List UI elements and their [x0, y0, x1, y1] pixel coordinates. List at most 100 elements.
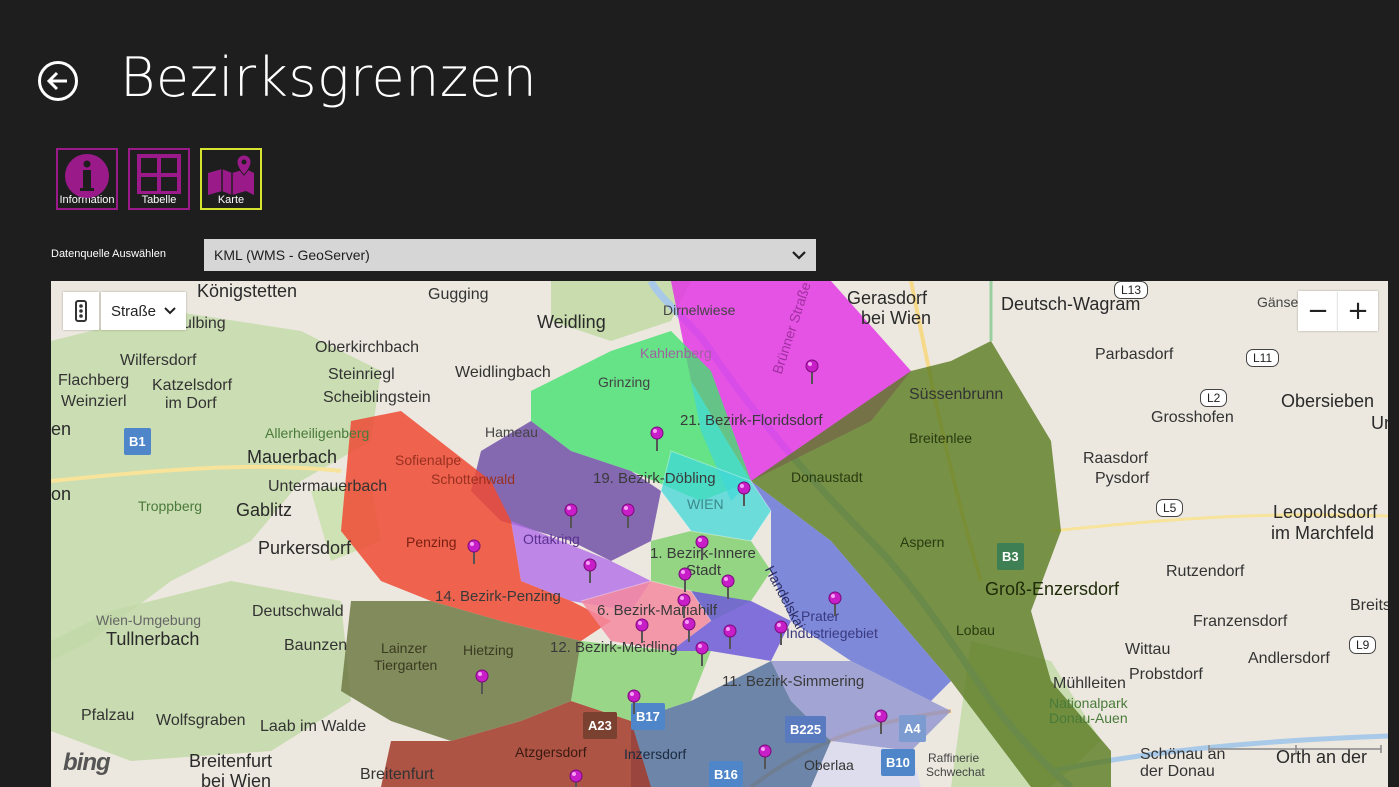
- zoom-out-button[interactable]: −: [1298, 291, 1338, 331]
- tile-tabelle[interactable]: Tabelle: [128, 148, 190, 210]
- place-label: Breitstetten: [1350, 597, 1388, 614]
- map-pin-icon[interactable]: [805, 359, 819, 385]
- place-label: Wilfersdorf: [120, 352, 197, 369]
- place-label: Inzersdorf: [624, 746, 687, 762]
- place-label: Nationalpark: [1049, 695, 1128, 711]
- road-shield: B225: [785, 716, 827, 743]
- place-label: Breitenlee: [909, 430, 973, 446]
- map-pin-icon[interactable]: [682, 617, 696, 643]
- place-label: Andlersdorf: [1248, 650, 1330, 667]
- datasource-select[interactable]: KML (WMS - GeoServer): [204, 239, 816, 271]
- map-pin-icon[interactable]: [677, 593, 691, 619]
- district-label: 11. Bezirk-Simmering: [722, 673, 865, 690]
- place-label: Deutschwald: [252, 603, 344, 620]
- back-button[interactable]: [38, 61, 78, 101]
- map-pin-icon[interactable]: [737, 481, 751, 507]
- place-label: ulbing: [183, 315, 226, 332]
- map-pin-icon[interactable]: [874, 709, 888, 735]
- place-label: Allerheiligenberg: [265, 425, 370, 441]
- place-label: Parbasdorf: [1095, 346, 1174, 363]
- map-base-layer: [51, 281, 1388, 787]
- map-pin-icon[interactable]: [583, 558, 597, 584]
- place-label: bei Wien: [861, 308, 932, 328]
- info-icon: [65, 154, 109, 198]
- place-label: Ottakring: [523, 531, 580, 547]
- road-shield: B3: [997, 543, 1024, 570]
- tile-information[interactable]: Information: [56, 148, 118, 210]
- district-label: 6. Bezirk-Mariahilf: [597, 602, 718, 619]
- arrow-left-icon: [47, 71, 67, 91]
- map-icon: [208, 154, 254, 195]
- map-pin-icon[interactable]: [774, 620, 788, 646]
- place-label: Süssenbrunn: [909, 386, 1004, 403]
- place-label: Mühlleiten: [1053, 675, 1126, 692]
- district-label: 19. Bezirk-Döbling: [593, 470, 716, 487]
- map-pin-icon[interactable]: [475, 669, 489, 695]
- view-tiles: Information Tabelle Karte: [56, 148, 262, 210]
- tile-karte[interactable]: Karte: [200, 148, 262, 210]
- datasource-selected-value: KML (WMS - GeoServer): [214, 247, 370, 263]
- place-label: Katzelsdorf: [152, 377, 233, 394]
- map-pin-icon[interactable]: [721, 574, 735, 600]
- place-label: on: [51, 484, 72, 504]
- place-label: Kahlenberg: [640, 345, 712, 361]
- place-label: Mauerbach: [247, 447, 338, 467]
- place-label: Gugging: [428, 286, 489, 303]
- place-label: Flachberg: [58, 372, 130, 389]
- chevron-down-icon: [792, 250, 806, 260]
- map-pin-icon[interactable]: [678, 567, 692, 593]
- place-label: Aspern: [900, 534, 945, 550]
- place-label: bei Wien: [201, 771, 272, 787]
- map-pin-icon[interactable]: [564, 503, 578, 529]
- map-pin-icon[interactable]: [695, 641, 709, 667]
- map-pin-icon[interactable]: [467, 539, 481, 565]
- map-pin-icon[interactable]: [627, 689, 641, 715]
- place-label: Troppberg: [138, 498, 203, 514]
- road-label: L5: [1156, 499, 1184, 517]
- place-label: Pysdorf: [1095, 470, 1150, 487]
- place-label: Untermauerbach: [268, 478, 388, 495]
- place-label: Franzensdorf: [1193, 613, 1288, 630]
- road-label: L13: [1114, 281, 1149, 299]
- place-label: Leopoldsdorf: [1273, 502, 1378, 522]
- map-pin-icon[interactable]: [723, 624, 737, 650]
- place-label: Breitenfurt: [189, 751, 273, 771]
- place-label: Obersieben: [1281, 391, 1375, 411]
- place-label: Donau-Auen: [1049, 710, 1128, 726]
- place-label: WIEN: [687, 496, 724, 512]
- place-label: Weinzierl: [61, 393, 127, 410]
- map-pin-icon[interactable]: [569, 769, 583, 787]
- place-label: Weidlingbach: [455, 364, 551, 381]
- place-label: Gablitz: [236, 500, 293, 520]
- map-pin-icon[interactable]: [635, 618, 649, 644]
- place-label: Oberkirchbach: [315, 339, 420, 356]
- traffic-icon: [75, 300, 87, 322]
- place-label: Oberlaa: [804, 757, 854, 773]
- place-label: Wien-Umgebung: [96, 612, 202, 628]
- chevron-down-icon: [164, 307, 176, 315]
- table-icon: [137, 154, 181, 194]
- place-label: Sofienalpe: [395, 452, 462, 468]
- map-style-select[interactable]: Straße: [101, 292, 186, 330]
- place-label: en: [51, 419, 72, 439]
- place-label: Groß-Enzersdorf: [985, 579, 1120, 599]
- map-view[interactable]: Königstetten Gugging Dirnelwiese Gerasdo…: [51, 281, 1388, 787]
- place-label: Penzing: [406, 534, 457, 550]
- place-label: Schwechat: [926, 765, 985, 779]
- map-pin-icon[interactable]: [650, 426, 664, 452]
- road-label: L2: [1200, 389, 1228, 407]
- place-label: Schottenwald: [431, 471, 516, 487]
- map-pin-icon[interactable]: [695, 535, 709, 561]
- map-pin-icon[interactable]: [758, 744, 772, 770]
- place-label: Laab im Walde: [260, 718, 367, 735]
- place-label: Lainzer: [381, 640, 427, 656]
- map-pin-icon[interactable]: [828, 591, 842, 617]
- road-shield: B10: [881, 749, 915, 776]
- place-label: Tullnerbach: [106, 629, 200, 649]
- place-label: Hietzing: [463, 642, 514, 658]
- place-label: Weidling: [537, 312, 606, 332]
- road-shield: B16: [709, 761, 743, 787]
- map-pin-icon[interactable]: [621, 503, 635, 529]
- map-layers-button[interactable]: [63, 292, 99, 330]
- zoom-in-button[interactable]: +: [1338, 291, 1378, 331]
